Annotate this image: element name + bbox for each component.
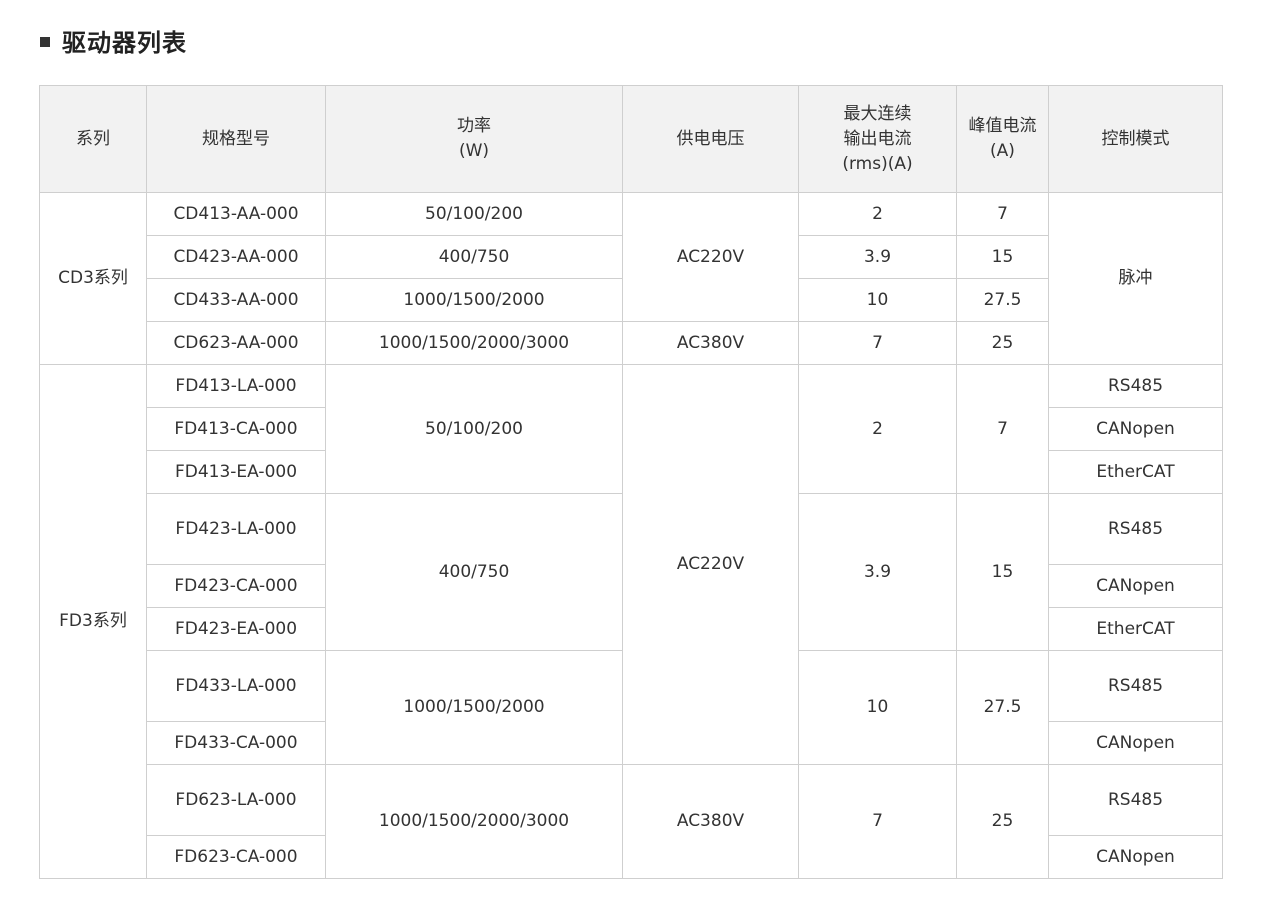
continuous-current-cell: 7 bbox=[798, 321, 957, 365]
control-mode-cell: CANopen bbox=[1048, 564, 1223, 608]
peak-current-cell: 7 bbox=[956, 192, 1049, 236]
control-mode-cell: 脉冲 bbox=[1048, 192, 1223, 365]
power-cell: 400/750 bbox=[325, 493, 623, 651]
continuous-current-cell: 2 bbox=[798, 192, 957, 236]
power-cell: 50/100/200 bbox=[325, 192, 623, 236]
continuous-current-cell: 10 bbox=[798, 278, 957, 322]
control-mode-cell: CANopen bbox=[1048, 835, 1223, 879]
header-row: 系列 规格型号 功率 (W) 供电电压 最大连续输出电流 (rms)(A) 峰值电流… bbox=[39, 85, 1223, 193]
control-mode-cell: RS485 bbox=[1048, 493, 1223, 565]
series-cell: CD3系列 bbox=[39, 192, 147, 365]
model-cell: FD423-CA-000 bbox=[146, 564, 326, 608]
voltage-cell: AC380V bbox=[622, 764, 799, 879]
model-cell: CD423-AA-000 bbox=[146, 235, 326, 279]
continuous-current-cell: 3.9 bbox=[798, 493, 957, 651]
header-control-mode: 控制模式 bbox=[1048, 85, 1223, 193]
continuous-current-cell: 2 bbox=[798, 364, 957, 494]
peak-current-cell: 15 bbox=[956, 493, 1049, 651]
model-cell: FD433-LA-000 bbox=[146, 650, 326, 722]
power-cell: 1000/1500/2000 bbox=[325, 278, 623, 322]
power-cell: 1000/1500/2000/3000 bbox=[325, 321, 623, 365]
peak-current-cell: 7 bbox=[956, 364, 1049, 494]
control-mode-cell: CANopen bbox=[1048, 407, 1223, 451]
header-peak-line: 峰值电流 bbox=[968, 116, 1037, 136]
control-mode-cell: EtherCAT bbox=[1048, 607, 1223, 651]
power-cell: 400/750 bbox=[325, 235, 623, 279]
table-row: CD623-AA-000 1000/1500/2000/3000 AC380V … bbox=[40, 321, 1223, 365]
peak-current-cell: 27.5 bbox=[956, 278, 1049, 322]
header-peak-unit: (A) bbox=[990, 141, 1015, 161]
model-cell: CD623-AA-000 bbox=[146, 321, 326, 365]
header-cc-line2: 输出电流 bbox=[843, 128, 912, 149]
header-peak-current: 峰值电流 (A) bbox=[956, 85, 1049, 193]
header-cc-line1: 最大连续 bbox=[843, 103, 912, 124]
control-mode-cell: RS485 bbox=[1048, 364, 1223, 408]
model-cell: FD423-LA-000 bbox=[146, 493, 326, 565]
continuous-current-cell: 10 bbox=[798, 650, 957, 765]
header-voltage: 供电电压 bbox=[622, 85, 799, 193]
peak-current-cell: 25 bbox=[956, 764, 1049, 879]
page-title: 驱动器列表 bbox=[62, 28, 187, 57]
voltage-cell: AC380V bbox=[622, 321, 799, 365]
control-mode-cell: RS485 bbox=[1048, 650, 1223, 722]
power-cell: 1000/1500/2000/3000 bbox=[325, 764, 623, 879]
peak-current-cell: 15 bbox=[956, 235, 1049, 279]
header-cc-unit: (rms)(A) bbox=[842, 153, 913, 174]
model-cell: FD413-CA-000 bbox=[146, 407, 326, 451]
header-continuous-current: 最大连续输出电流 (rms)(A) bbox=[798, 85, 957, 193]
header-power-line: 功率 bbox=[457, 116, 491, 136]
series-cell: FD3系列 bbox=[39, 364, 147, 879]
table-row: FD623-LA-000 1000/1500/2000/3000 AC380V … bbox=[40, 764, 1223, 879]
header-power-unit: (W) bbox=[458, 141, 490, 161]
page-title-block: 驱动器列表 bbox=[40, 22, 187, 58]
model-cell: FD413-EA-000 bbox=[146, 450, 326, 494]
power-cell: 1000/1500/2000 bbox=[325, 650, 623, 765]
control-mode-cell: EtherCAT bbox=[1048, 450, 1223, 494]
model-cell: FD413-LA-000 bbox=[146, 364, 326, 408]
header-series: 系列 bbox=[39, 85, 147, 193]
model-cell: FD623-LA-000 bbox=[146, 764, 326, 836]
square-bullet-icon bbox=[40, 37, 50, 47]
model-cell: FD433-CA-000 bbox=[146, 721, 326, 765]
voltage-cell: AC220V bbox=[622, 192, 799, 322]
continuous-current-cell: 3.9 bbox=[798, 235, 957, 279]
model-cell: FD423-EA-000 bbox=[146, 607, 326, 651]
continuous-current-cell: 7 bbox=[798, 764, 957, 879]
peak-current-cell: 27.5 bbox=[956, 650, 1049, 765]
power-cell: 50/100/200 bbox=[325, 364, 623, 494]
model-cell: CD433-AA-000 bbox=[146, 278, 326, 322]
control-mode-cell: RS485 bbox=[1048, 764, 1223, 836]
table-row: CD3系列 CD413-AA-000 50/100/200 AC220V 2 7… bbox=[39, 192, 1223, 365]
peak-current-cell: 25 bbox=[956, 321, 1049, 365]
driver-table: 系列 规格型号 功率 (W) 供电电压 最大连续输出电流 (rms)(A) 峰值电流… bbox=[39, 85, 1223, 879]
header-power: 功率 (W) bbox=[325, 85, 623, 193]
table-row: FD3系列 FD413-LA-000 50/100/200 AC220V 2 7… bbox=[39, 364, 1223, 879]
header-model: 规格型号 bbox=[146, 85, 326, 193]
control-mode-cell: CANopen bbox=[1048, 721, 1223, 765]
voltage-cell: AC220V bbox=[622, 364, 799, 765]
model-cell: CD413-AA-000 bbox=[146, 192, 326, 236]
model-cell: FD623-CA-000 bbox=[146, 835, 326, 879]
